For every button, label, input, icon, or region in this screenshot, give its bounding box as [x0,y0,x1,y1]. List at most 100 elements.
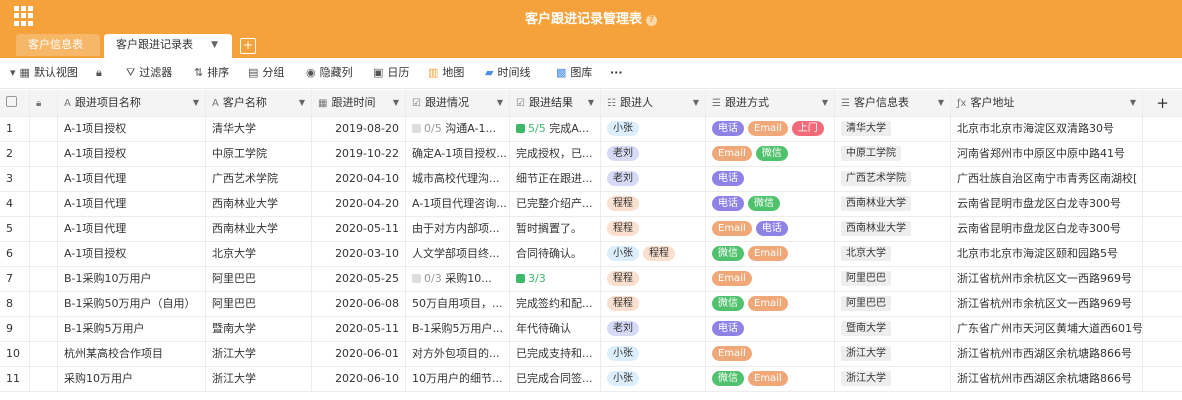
cell-way[interactable]: 微信 Email [706,366,835,391]
cell-customer-info[interactable]: 浙江大学 [835,366,951,391]
cell-situation[interactable]: A-1项目代理咨询... [406,191,510,216]
view-selector[interactable]: ▾ ▦ 默认视图 [10,58,78,88]
table-row[interactable]: 7 B-1采购10万用户 阿里巴巴 2020-05-25 0/3 采购10... 3/3 … [0,266,1182,292]
cell-project-name[interactable]: B-1采购50万用户（自用） [58,291,206,316]
cell-person[interactable]: 老刘 [601,166,706,191]
cell-project-name[interactable]: A-1项目授权 [58,141,206,166]
cell-result[interactable]: 5/5 完成A... [510,116,601,141]
cell-way[interactable]: 电话 [706,166,835,191]
table-row[interactable]: 1 A-1项目授权 清华大学 2019-08-20 0/5 沟通A-1... 5/5 完成… [0,116,1182,142]
cell-project-name[interactable]: B-1采购10万用户 [58,266,206,291]
cell-date[interactable]: 2020-04-10 [312,166,406,191]
cell-date[interactable]: 2020-04-20 [312,191,406,216]
chevron-down-icon[interactable]: ▼ [822,90,828,116]
chevron-down-icon[interactable]: ▼ [497,90,503,116]
cell-customer-info[interactable]: 阿里巴巴 [835,291,951,316]
cell-result[interactable]: 3/3 [510,266,601,291]
column-header-person[interactable]: ☷ 跟进人 ▼ [601,90,706,116]
cell-result[interactable]: 已完成支持和... [510,341,601,366]
cell-person[interactable]: 小张 [601,341,706,366]
cell-result[interactable]: 年代待确认 [510,316,601,341]
cell-person[interactable]: 老刘 [601,316,706,341]
row-number[interactable]: 5 [0,216,30,241]
cell-date[interactable]: 2019-10-22 [312,141,406,166]
cell-person[interactable]: 老刘 [601,141,706,166]
cell-customer-info[interactable]: 广西艺术学院 [835,166,951,191]
cell-project-name[interactable]: B-1采购5万用户 [58,316,206,341]
column-header-customer[interactable]: A 客户名称 ▼ [206,90,312,116]
cell-situation[interactable]: 10万用户的细节... [406,366,510,391]
cell-person[interactable]: 程程 [601,291,706,316]
cell-result[interactable]: 已完成合同签... [510,366,601,391]
table-row[interactable]: 4 A-1项目代理 西南林业大学 2020-04-20 A-1项目代理咨询... 已完整介… [0,191,1182,217]
cell-customer-name[interactable]: 清华大学 [206,116,312,141]
cell-customer-info[interactable]: 西南林业大学 [835,216,951,241]
cell-customer-info[interactable]: 中原工学院 [835,141,951,166]
cell-result[interactable]: 细节正在跟进... [510,166,601,191]
cell-customer-name[interactable]: 西南林业大学 [206,191,312,216]
cell-project-name[interactable]: 杭州某高校合作项目 [58,341,206,366]
chevron-down-icon[interactable]: ▼ [193,90,199,116]
column-header-address[interactable]: ƒx 客户地址 ▼ [951,90,1143,116]
cell-result[interactable]: 已完整介绍产... [510,191,601,216]
cell-situation[interactable]: 人文学部项目终... [406,241,510,266]
table-row[interactable]: 8 B-1采购50万用户（自用） 阿里巴巴 2020-06-08 50万自用项目，...… [0,291,1182,317]
column-header-date[interactable]: ▦ 跟进时间 ▼ [312,90,406,116]
cell-way[interactable]: Email 电话 [706,216,835,241]
cell-way[interactable]: 电话 微信 [706,191,835,216]
table-row[interactable]: 6 A-1项目授权 北京大学 2020-03-10 人文学部项目终... 合同待确认。 小张… [0,241,1182,267]
table-row[interactable]: 5 A-1项目代理 西南林业大学 2020-05-11 由于对方内部项... 暂时搁置了。… [0,216,1182,242]
column-header-way[interactable]: ☰ 跟进方式 ▼ [706,90,835,116]
row-number[interactable]: 9 [0,316,30,341]
cell-project-name[interactable]: A-1项目授权 [58,116,206,141]
cell-date[interactable]: 2020-05-11 [312,316,406,341]
cell-customer-name[interactable]: 阿里巴巴 [206,291,312,316]
cell-way[interactable]: 微信 Email [706,291,835,316]
chevron-down-icon[interactable]: ▼ [588,90,594,116]
cell-situation[interactable]: 50万自用项目，... [406,291,510,316]
tab-customer-info[interactable]: 客户信息表 [16,34,100,56]
cell-date[interactable]: 2020-05-11 [312,216,406,241]
cell-project-name[interactable]: 采购10万用户 [58,366,206,391]
cell-situation[interactable]: 确定A-1项目授权... [406,141,510,166]
cell-address[interactable]: 浙江省杭州市西湖区余杭塘路866号 [951,341,1143,366]
chevron-down-icon[interactable]: ▼ [211,34,218,56]
cell-project-name[interactable]: A-1项目代理 [58,216,206,241]
cell-date[interactable]: 2020-06-01 [312,341,406,366]
cell-date[interactable]: 2020-06-10 [312,366,406,391]
gallery-button[interactable]: ▩ 图库 [556,58,592,88]
cell-customer-name[interactable]: 广西艺术学院 [206,166,312,191]
cell-result[interactable]: 完成签约和配... [510,291,601,316]
cell-way[interactable]: Email 微信 [706,141,835,166]
cell-customer-name[interactable]: 浙江大学 [206,341,312,366]
table-row[interactable]: 11 采购10万用户 浙江大学 2020-06-10 10万用户的细节... 已完成合同签… [0,366,1182,392]
cell-address[interactable]: 浙江省杭州市余杭区文一西路969号 [951,291,1143,316]
tab-followup-records[interactable]: 客户跟进记录表 ▼ [104,34,232,58]
cell-date[interactable]: 2019-08-20 [312,116,406,141]
cell-address[interactable]: 广西壮族自治区南宁市青秀区南湖校[ [951,166,1143,191]
chevron-down-icon[interactable]: ▼ [299,90,305,116]
cell-project-name[interactable]: A-1项目代理 [58,191,206,216]
cell-situation[interactable]: 对方外包项目的... [406,341,510,366]
cell-way[interactable]: Email [706,266,835,291]
filter-button[interactable]: ⛛ 过滤器 [126,58,172,88]
cell-customer-name[interactable]: 中原工学院 [206,141,312,166]
cell-situation[interactable]: 0/3 采购10... [406,266,510,291]
cell-customer-name[interactable]: 北京大学 [206,241,312,266]
cell-project-name[interactable]: A-1项目授权 [58,241,206,266]
cell-address[interactable]: 广东省广州市天河区黄埔大道西601号 [951,316,1143,341]
cell-address[interactable]: 浙江省杭州市西湖区余杭塘路866号 [951,366,1143,391]
table-row[interactable]: 10 杭州某高校合作项目 浙江大学 2020-06-01 对方外包项目的... 已完成支持… [0,341,1182,367]
group-button[interactable]: ▤ 分组 [248,58,284,88]
column-header-name[interactable]: A 跟进项目名称 ▼ [58,90,206,116]
map-button[interactable]: ▥ 地图 [428,58,464,88]
sort-button[interactable]: ⇅ 排序 [194,58,229,88]
chevron-down-icon[interactable]: ▼ [393,90,399,116]
cell-address[interactable]: 云南省昆明市盘龙区白龙寺300号 [951,216,1143,241]
cell-person[interactable]: 程程 [601,216,706,241]
cell-customer-name[interactable]: 阿里巴巴 [206,266,312,291]
cell-customer-info[interactable]: 暨南大学 [835,316,951,341]
row-number[interactable]: 10 [0,341,30,366]
cell-situation[interactable]: 城市高校代理沟... [406,166,510,191]
cell-person[interactable]: 小张 程程 [601,241,706,266]
